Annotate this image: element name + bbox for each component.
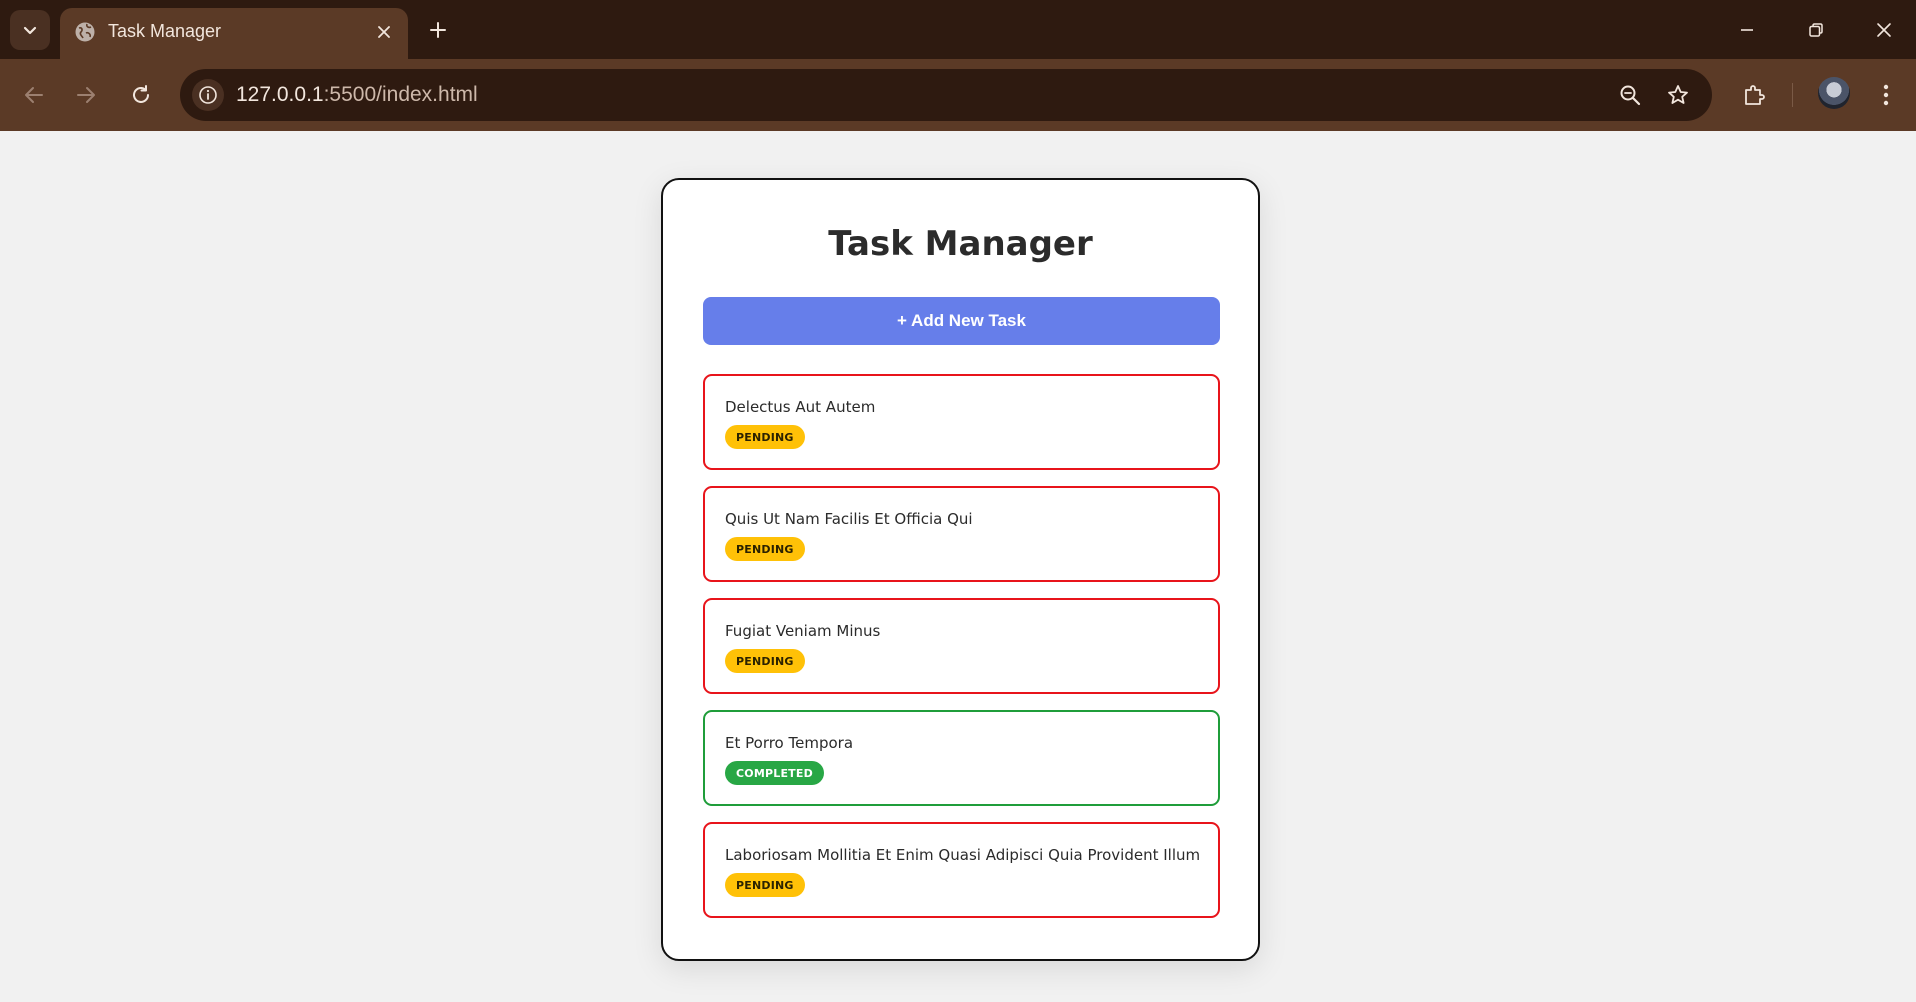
status-badge: COMPLETED [725, 761, 824, 785]
close-icon [1877, 23, 1891, 37]
status-badge: PENDING [725, 537, 805, 561]
url-path: :5500/index.html [323, 83, 478, 106]
task-item[interactable]: Et Porro Tempora COMPLETED [703, 710, 1220, 806]
task-item[interactable]: Fugiat Veniam Minus PENDING [703, 598, 1220, 694]
task-title: Et Porro Tempora [725, 734, 854, 752]
browser-toolbar: 127.0.0.1:5500/index.html [0, 59, 1916, 131]
zoom-out-icon [1620, 85, 1641, 106]
url-host: 127.0.0.1 [236, 83, 324, 106]
site-info-button[interactable] [192, 79, 224, 111]
url-text: 127.0.0.1:5500/index.html [236, 83, 478, 107]
forward-button[interactable] [66, 75, 106, 115]
back-button[interactable] [14, 75, 54, 115]
bookmark-button[interactable] [1662, 79, 1694, 111]
task-item[interactable]: Laboriosam Mollitia Et Enim Quasi Adipis… [703, 822, 1220, 918]
task-title: Laboriosam Mollitia Et Enim Quasi Adipis… [725, 846, 1201, 864]
task-item[interactable]: Delectus Aut Autem PENDING [703, 374, 1220, 470]
browser-menu-button[interactable] [1866, 75, 1906, 115]
status-badge: PENDING [725, 425, 805, 449]
info-icon [199, 86, 217, 104]
restore-button[interactable] [1796, 12, 1836, 48]
globe-icon [75, 22, 95, 42]
close-icon [378, 26, 390, 38]
add-task-button[interactable]: + Add New Task [703, 297, 1220, 345]
profile-avatar[interactable] [1818, 77, 1850, 109]
reload-button[interactable] [121, 75, 161, 115]
toolbar-divider [1792, 83, 1793, 107]
restore-icon [1809, 23, 1823, 37]
status-badge: PENDING [725, 873, 805, 897]
task-manager-card: Task Manager + Add New Task Delectus Aut… [661, 178, 1260, 961]
tab-search-button[interactable] [10, 10, 50, 50]
arrow-left-icon [25, 87, 43, 103]
page-viewport: Task Manager + Add New Task Delectus Aut… [0, 131, 1916, 1002]
chevron-down-icon [23, 26, 37, 35]
page-title: Task Manager [828, 224, 1093, 264]
reload-icon [133, 85, 149, 103]
active-tab[interactable]: Task Manager [60, 8, 408, 59]
task-title: Quis Ut Nam Facilis Et Officia Qui [725, 510, 973, 528]
task-item[interactable]: Quis Ut Nam Facilis Et Officia Qui PENDI… [703, 486, 1220, 582]
extensions-button[interactable] [1734, 75, 1774, 115]
address-bar[interactable]: 127.0.0.1:5500/index.html [180, 69, 1712, 121]
task-title: Fugiat Veniam Minus [725, 622, 881, 640]
new-tab-button[interactable] [422, 14, 454, 46]
star-icon [1668, 85, 1688, 104]
minimize-icon [1741, 29, 1753, 31]
more-vertical-icon [1883, 84, 1889, 106]
tab-title: Task Manager [108, 21, 222, 41]
browser-tabstrip: Task Manager [0, 0, 1916, 59]
puzzle-icon [1745, 85, 1765, 105]
zoom-button[interactable] [1614, 79, 1646, 111]
status-badge: PENDING [725, 649, 805, 673]
minimize-button[interactable] [1727, 12, 1767, 48]
task-title: Delectus Aut Autem [725, 398, 876, 416]
plus-icon [430, 22, 446, 38]
arrow-right-icon [77, 87, 95, 103]
tab-close-button[interactable] [372, 20, 396, 44]
close-window-button[interactable] [1864, 12, 1904, 48]
